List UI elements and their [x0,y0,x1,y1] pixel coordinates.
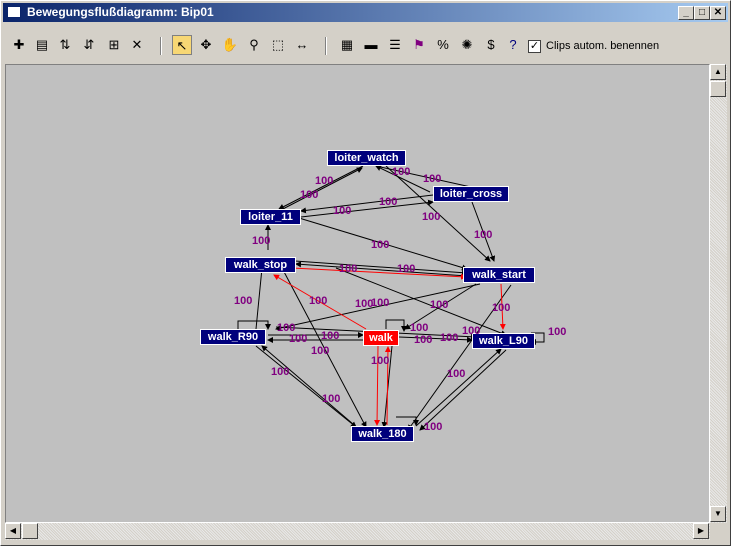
dollar-icon[interactable]: $ [481,35,501,55]
transition-weight: 100 [321,330,340,342]
vertical-scroll-thumb[interactable] [710,81,726,97]
clip-node[interactable]: walk_start [463,267,535,283]
help-icon[interactable]: ? [503,35,523,55]
transition-weight: 100 [430,299,449,311]
scrollbar-corner [710,523,727,540]
title-bar[interactable]: Bewegungsflußdiagramm: Bip01 _ □ ✕ [3,3,728,22]
properties-icon[interactable]: ☰ [385,35,405,55]
edge [278,165,364,210]
transition-weight: 100 [474,229,493,241]
transition-weight: 100 [371,297,390,309]
transition-weight: 100 [252,235,271,247]
graph-canvas[interactable]: loiter_watch loiter_cross loiter_11 walk… [5,64,710,523]
scroll-down-button[interactable]: ▼ [710,506,726,522]
flag-icon[interactable]: ⚑ [409,35,429,55]
transition-weight: 100 [447,368,466,380]
transition-weight: 100 [492,302,511,314]
maximize-button[interactable]: □ [694,6,710,20]
horizontal-scrollbar[interactable]: ◀ ▶ [5,523,710,540]
transition-weight: 100 [548,326,567,338]
transition-weight: 100 [333,205,352,217]
motion-flow-window: Bewegungsflußdiagramm: Bip01 _ □ ✕ ✚ ▤ ⇅… [0,0,731,546]
transition-weight: 100 [414,334,433,346]
transition-weight: 100 [339,263,358,275]
fit-width-icon[interactable]: ↔ [292,35,312,55]
clip-node[interactable]: walk_R90 [200,329,266,345]
transition-weight: 100 [440,332,459,344]
auto-name-clips-label: Clips autom. benennen [546,40,660,52]
scroll-up-button[interactable]: ▲ [710,64,726,80]
toolbar-separator [160,37,162,55]
align-transition-icon[interactable]: ⇵ [79,35,99,55]
minimize-button[interactable]: _ [678,6,694,20]
transition-weight: 100 [271,366,290,378]
edge [255,345,357,428]
clip-node[interactable]: loiter_cross [433,186,509,202]
zoom-icon[interactable]: ⚲ [244,35,264,55]
transition-weight: 100 [315,175,334,187]
pan-hand-icon[interactable]: ✋ [220,35,240,55]
edge [294,260,468,276]
transition-weight: 100 [379,196,398,208]
edge [415,348,502,427]
transition-weight: 100 [397,263,416,275]
edge [398,336,473,343]
transition-weight: 100 [371,239,390,251]
transition-weight: 100 [311,345,330,357]
transition-weight: 100 [309,295,328,307]
clip-node[interactable]: walk_stop [225,257,296,273]
move-icon[interactable]: ✥ [196,35,216,55]
clip-node-selected[interactable]: walk [363,330,399,346]
window-icon [7,6,21,18]
clip-node[interactable]: walk_180 [351,426,414,442]
edge [419,349,507,431]
select-arrow-icon[interactable]: ↖ [172,35,192,55]
transition-weight: 100 [462,325,481,337]
toolbar: ✚ ▤ ⇅ ⇵ ⊞ ✕ ↖ ✥ ✋ ⚲ ⬚ ↔ ▦ ▬ ☰ ⚑ % ✺ $ ? … [3,25,728,63]
transition-weight: 100 [424,421,443,433]
scroll-right-button[interactable]: ▶ [693,523,709,539]
edge [300,194,434,214]
clip-node[interactable]: loiter_11 [240,209,301,225]
transition-weight: 100 [423,173,442,185]
zoom-region-icon[interactable]: ⬚ [268,35,288,55]
transition-edges [237,165,545,431]
self-loop [237,320,271,330]
transition-weight: 100 [234,295,253,307]
transition-weight: 100 [410,322,429,334]
window-title: Bewegungsflußdiagramm: Bip01 [27,5,214,19]
transition-weight: 100 [422,211,441,223]
horizontal-scroll-thumb[interactable] [22,523,38,539]
insert-transition-icon[interactable]: ⇅ [55,35,75,55]
close-button[interactable]: ✕ [710,6,726,20]
bar-icon[interactable]: ▬ [361,35,381,55]
open-folder-icon[interactable]: ▤ [32,35,52,55]
transition-weight: 100 [322,393,341,405]
scroll-left-button[interactable]: ◀ [5,523,21,539]
transition-weight: 100 [300,189,319,201]
grid-icon[interactable]: ⊞ [104,35,124,55]
transition-weight: 100 [371,355,390,367]
transition-weight: 100 [289,333,308,345]
edge [255,267,265,330]
clip-node[interactable]: loiter_watch [327,150,406,166]
edge [300,199,434,218]
auto-name-clips-checkbox[interactable]: ✓ [528,40,541,53]
layout-icon[interactable]: ▦ [337,35,357,55]
new-clip-icon[interactable]: ✚ [9,35,29,55]
delete-icon[interactable]: ✕ [127,35,147,55]
vertical-scrollbar[interactable]: ▲ ▼ [710,64,727,523]
random-icon[interactable]: ✺ [457,35,477,55]
toolbar-separator [325,37,327,55]
transition-weight: 100 [392,166,411,178]
clip-node[interactable]: walk_L90 [472,333,535,349]
percent-icon[interactable]: % [433,35,453,55]
